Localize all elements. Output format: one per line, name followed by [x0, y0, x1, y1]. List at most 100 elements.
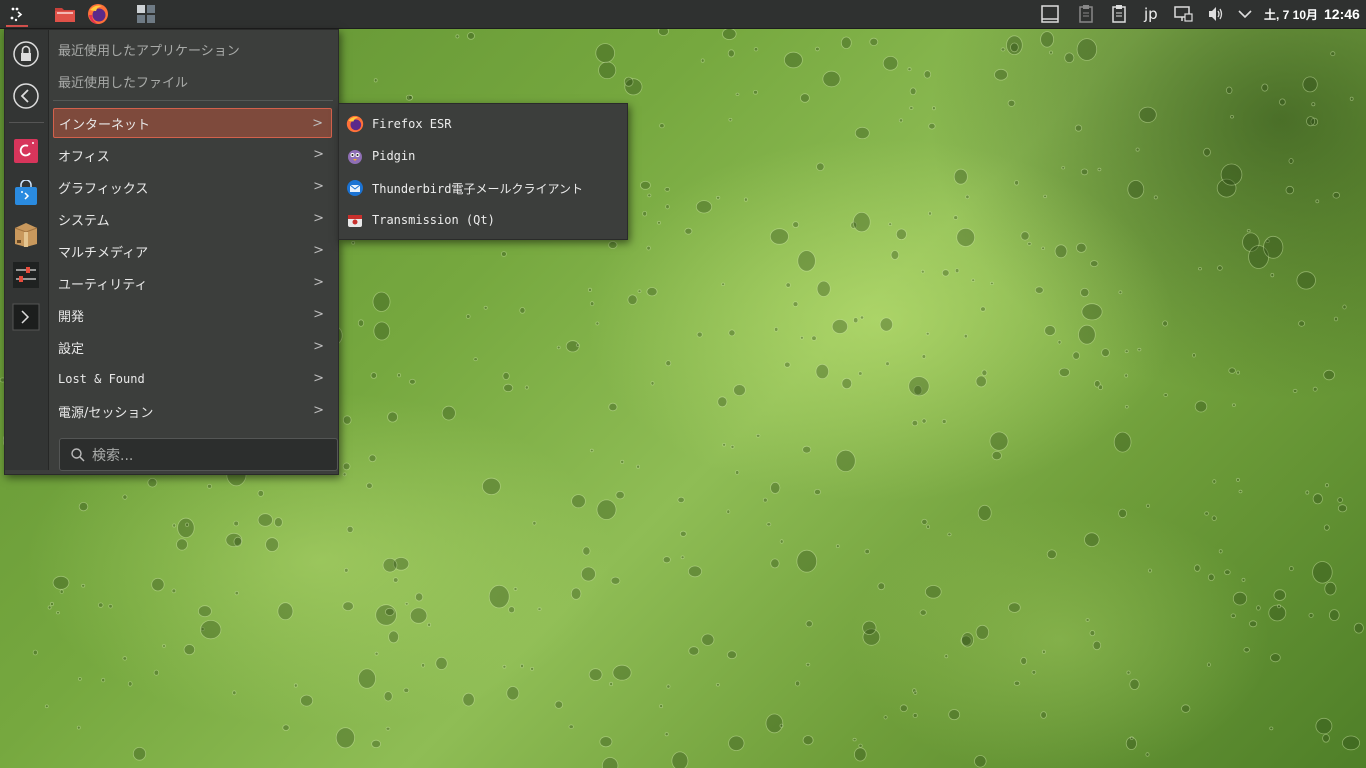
raindrop	[513, 587, 518, 591]
raindrop	[688, 646, 700, 656]
app-firefox-esr[interactable]: Firefox ESR	[345, 109, 621, 139]
raindrop	[1269, 726, 1274, 731]
raindrop	[822, 70, 841, 88]
raindrop	[928, 122, 936, 130]
category-graphics[interactable]: グラフィックス >	[53, 172, 332, 202]
raindrop	[852, 737, 857, 742]
raindrop	[344, 567, 349, 573]
chevron-right-icon: >	[313, 147, 324, 162]
system-settings-button[interactable]	[11, 260, 41, 290]
show-desktop-button[interactable]	[1040, 0, 1060, 28]
menu-sidebar	[5, 30, 49, 470]
raindrop	[666, 684, 671, 689]
raindrop	[1228, 367, 1236, 374]
lock-button[interactable]	[11, 39, 41, 69]
category-lost-found[interactable]: Lost & Found >	[53, 364, 332, 394]
tray-expand-button[interactable]	[1236, 0, 1254, 28]
recent-applications[interactable]: 最近使用したアプリケーション	[58, 40, 240, 59]
volume-button[interactable]	[1206, 0, 1226, 28]
raindrop	[908, 376, 930, 397]
raindrop	[671, 751, 689, 768]
category-office[interactable]: オフィス >	[53, 140, 332, 170]
raindrop	[879, 317, 894, 332]
raindrop	[1224, 569, 1231, 575]
raindrop	[765, 713, 784, 734]
raindrop	[853, 317, 859, 324]
raindrop	[1198, 267, 1202, 271]
clipboard-button[interactable]	[1077, 0, 1095, 28]
raindrop	[1034, 286, 1044, 294]
raindrop	[556, 345, 561, 350]
raindrop	[1113, 431, 1132, 453]
raindrop	[233, 520, 240, 527]
raindrop	[1263, 235, 1284, 259]
category-multimedia[interactable]: マルチメディア >	[53, 236, 332, 266]
keyboard-layout-indicator[interactable]: jp	[1144, 0, 1158, 28]
clock-date[interactable]: 土, 7 10月	[1264, 0, 1318, 28]
raindrop	[1076, 38, 1098, 61]
raindrop	[588, 668, 603, 681]
raindrop	[784, 51, 803, 69]
search-box[interactable]: 検索...	[59, 438, 338, 471]
raindrop	[52, 575, 70, 590]
raindrop	[508, 606, 516, 614]
category-settings[interactable]: 設定 >	[53, 332, 332, 362]
firefox-launcher[interactable]	[85, 2, 111, 26]
raindrop	[920, 269, 925, 274]
raindrop	[911, 419, 919, 427]
raindrop	[1332, 191, 1340, 199]
raindrop	[580, 566, 596, 582]
raindrop	[601, 757, 619, 768]
file-manager-launcher[interactable]	[52, 2, 78, 26]
application-menu-button[interactable]	[4, 2, 30, 27]
raindrop	[835, 544, 840, 548]
category-label: ユーティリティ	[58, 277, 148, 293]
clock-time[interactable]: 12:46	[1324, 0, 1360, 28]
terminal-button[interactable]	[11, 302, 41, 332]
software-store-button[interactable]	[11, 178, 41, 208]
app-pidgin[interactable]: Pidgin	[345, 141, 621, 171]
desktop-switcher[interactable]	[133, 2, 159, 26]
category-power-session[interactable]: 電源/セッション >	[53, 396, 332, 426]
raindrop	[530, 667, 535, 671]
notes-button[interactable]	[1110, 0, 1128, 28]
raindrop	[610, 576, 621, 585]
raindrop	[1324, 581, 1337, 596]
raindrop	[909, 87, 917, 96]
raindrop	[1101, 348, 1110, 358]
category-system[interactable]: システム >	[53, 204, 332, 234]
raindrop	[32, 649, 38, 656]
raindrop	[1124, 405, 1129, 409]
raindrop	[1162, 320, 1168, 327]
raindrop	[665, 360, 672, 367]
volume-icon	[1209, 7, 1223, 21]
raindrop	[928, 211, 932, 216]
category-internet[interactable]: インターネット >	[53, 108, 332, 138]
search-input[interactable]: 検索...	[92, 445, 133, 465]
raindrop	[784, 361, 791, 368]
raindrop	[1098, 384, 1104, 391]
raindrop	[728, 117, 733, 122]
lock-icon	[13, 41, 39, 67]
raindrop	[177, 517, 195, 539]
package-manager-button[interactable]	[11, 219, 41, 249]
app-transmission[interactable]: Transmission (Qt)	[345, 205, 621, 235]
raindrop	[659, 704, 663, 709]
recent-files[interactable]: 最近使用したファイル	[58, 72, 188, 91]
app-thunderbird[interactable]: Thunderbird電子メールクライアント	[345, 173, 621, 203]
raindrop	[981, 369, 988, 376]
raindrop	[1076, 242, 1087, 253]
raindrop	[1225, 86, 1233, 94]
raindrop	[1323, 369, 1335, 381]
raindrop	[954, 268, 960, 274]
debian-app-button[interactable]	[11, 136, 41, 166]
category-utilities[interactable]: ユーティリティ >	[53, 268, 332, 298]
raindrop	[1288, 158, 1294, 164]
raindrop	[388, 630, 400, 644]
category-development[interactable]: 開発 >	[53, 300, 332, 330]
back-button[interactable]	[11, 81, 41, 111]
raindrop	[342, 415, 352, 425]
network-button[interactable]	[1173, 0, 1193, 28]
raindrop	[800, 93, 810, 103]
raindrop	[1078, 324, 1096, 345]
